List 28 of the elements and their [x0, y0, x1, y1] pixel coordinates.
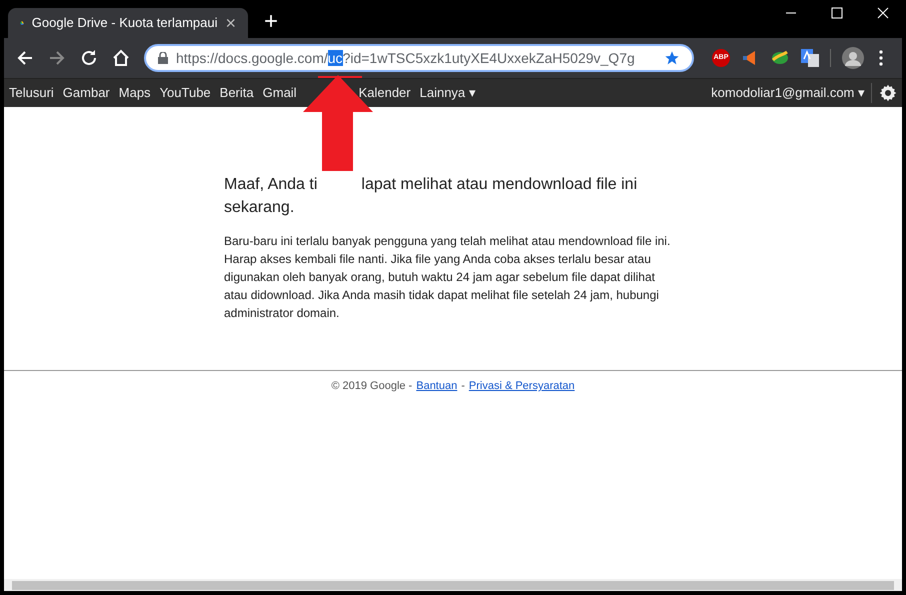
- google-bar-link[interactable]: Lainnya ▾: [420, 83, 476, 103]
- highlight-underline: [318, 76, 362, 78]
- browser-tab[interactable]: Google Drive - Kuota terlampaui ×: [8, 8, 248, 38]
- separator-text: -: [461, 379, 465, 394]
- footer-link[interactable]: Privasi & Persyaratan: [468, 378, 575, 394]
- new-tab-button[interactable]: +: [264, 10, 278, 34]
- google-bar-link[interactable]: YouTube: [160, 83, 211, 103]
- google-bar-link[interactable]: Kalender: [358, 83, 411, 103]
- account-link[interactable]: komodoliar1@gmail.com ▾: [711, 83, 865, 103]
- footer-link[interactable]: Bantuan: [416, 378, 458, 394]
- star-icon[interactable]: [664, 50, 680, 66]
- url-text: https://docs.google.com/uc?id=1wTSC5xzk1utyXE4UxxekZaH5029v_Q7g: [176, 48, 636, 68]
- error-message: Baru-baru ini terlalu banyak pengguna yang telah melihat atau mendownload file ini. Harap akses kembali file nanti. Jika file yang Anda coba akses terlalu besar atau digunakan oleh banyak orang, butuh waktu 24 jam agar sebelum file dapat dilihat atau didownload. Jika Anda masih tidak dapat melihat file setelah 24 jam, hubungi administrator domain.: [224, 233, 672, 322]
- avatar-icon[interactable]: [841, 46, 865, 70]
- google-bar-link[interactable]: Gambar: [62, 83, 110, 103]
- google-bar-link[interactable]: Maps: [118, 83, 151, 103]
- horizontal-scrollbar[interactable]: [4, 579, 902, 591]
- settings-icon[interactable]: [878, 83, 898, 103]
- google-bar-link[interactable]: Berita: [220, 83, 254, 103]
- address-bar[interactable]: https://docs.google.com/uc?id=1wTSC5xzk1utyXE4UxxekZaH5029v_Q7g: [144, 44, 694, 72]
- tab-close-button[interactable]: ×: [225, 14, 236, 32]
- error-heading: Maaf, Anda ti lapat melihat atau mendownload file ini sekarang.: [224, 175, 638, 218]
- google-bar-link[interactable]: Telusuri: [9, 83, 54, 103]
- copyright-text: © 2019 Google -: [331, 379, 412, 394]
- lock-icon: [158, 52, 168, 64]
- tab-title: Google Drive - Kuota terlampaui: [32, 14, 218, 32]
- google-bar-link[interactable]: Gmail: [262, 83, 297, 103]
- translate-icon[interactable]: [800, 48, 820, 68]
